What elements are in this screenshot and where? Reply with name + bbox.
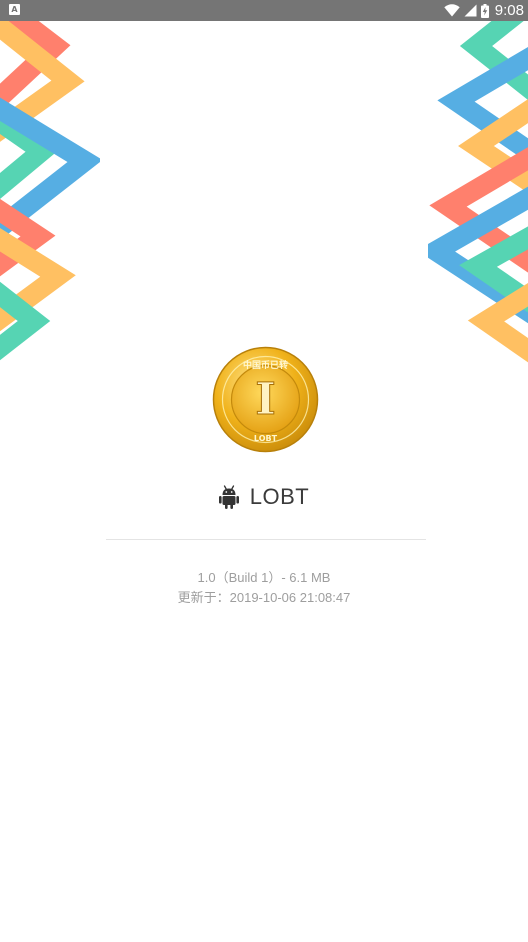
status-right-group: 9:08 xyxy=(444,0,524,21)
coin-center-letter: I xyxy=(255,374,276,425)
update-time: 更新于：2019-10-06 21:08:47 xyxy=(177,590,351,605)
wifi-icon xyxy=(444,4,460,17)
android-icon xyxy=(218,485,239,509)
signal-icon xyxy=(464,4,477,17)
app-coin-logo: 中国币已转 I LOBT xyxy=(212,346,319,453)
app-download-page: A 9:08 中国币已转 I LOBT LOBT 1.0（Build 1）- 6… xyxy=(0,0,528,942)
decorative-ribbons-right xyxy=(428,21,528,363)
battery-charging-icon xyxy=(480,3,489,18)
coin-bottom-text: LOBT xyxy=(254,434,278,443)
version-info: 1.0（Build 1）- 6.1 MB xyxy=(197,570,331,585)
divider xyxy=(106,539,426,540)
decorative-ribbons-left xyxy=(0,21,100,361)
status-bar: A 9:08 xyxy=(0,0,528,21)
app-name: LOBT xyxy=(249,484,310,509)
status-time: 9:08 xyxy=(494,2,524,19)
app-title-row: LOBT xyxy=(0,480,528,514)
coin-top-text: 中国币已转 xyxy=(243,359,288,371)
notification-app-icon: A xyxy=(9,4,20,15)
